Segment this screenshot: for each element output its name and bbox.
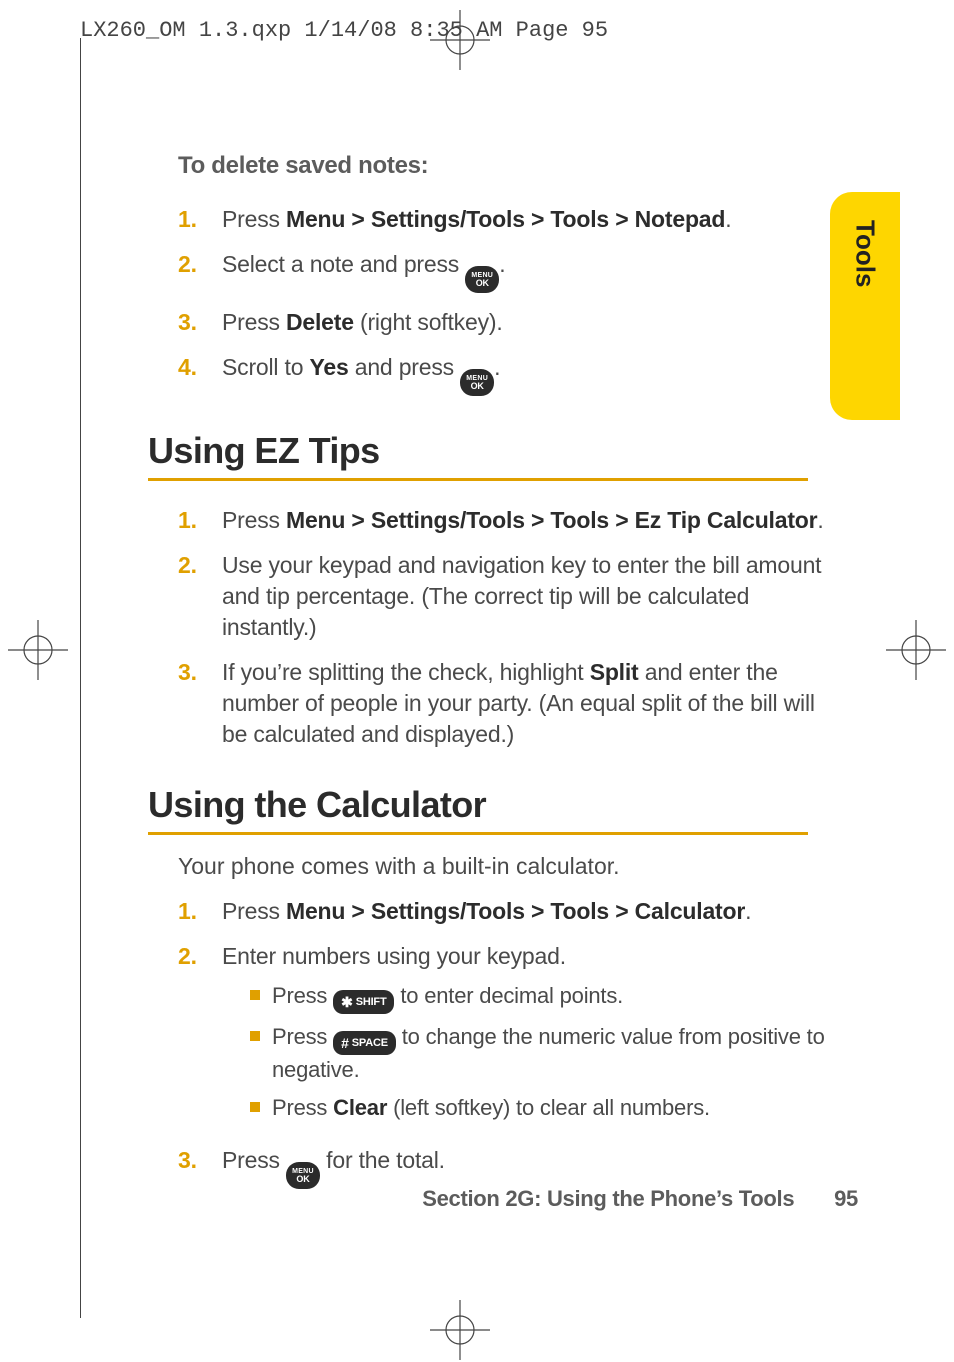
- menu-ok-icon: MENUOK: [286, 1162, 320, 1189]
- step-number: 4.: [178, 352, 204, 396]
- page-content: To delete saved notes: 1.Press Menu > Se…: [178, 152, 828, 1203]
- footer-page-number: 95: [834, 1186, 858, 1211]
- step-number: 2.: [178, 550, 204, 643]
- sub-bullet: Press Clear (left softkey) to clear all …: [250, 1093, 828, 1123]
- sub-bullet: Press #SPACE to change the numeric value…: [250, 1022, 828, 1085]
- step-number: 1.: [178, 204, 204, 235]
- sub-bullets: Press ✱SHIFT to enter decimal points. Pre…: [250, 981, 828, 1123]
- ez-tips-heading: Using EZ Tips: [148, 430, 808, 481]
- delete-notes-steps: 1.Press Menu > Settings/Tools > Tools > …: [178, 204, 828, 396]
- step-item: 2.Use your keypad and navigation key to …: [178, 550, 828, 643]
- sub-bullet: Press ✱SHIFT to enter decimal points.: [250, 981, 828, 1014]
- footer-section: Section 2G: Using the Phone’s Tools: [422, 1186, 794, 1211]
- step-number: 1.: [178, 505, 204, 536]
- bullet-icon: [250, 990, 260, 1000]
- step-number: 3.: [178, 1145, 204, 1189]
- calculator-heading: Using the Calculator: [148, 784, 808, 835]
- print-slug: LX260_OM 1.3.qxp 1/14/08 8:35 AM Page 95: [80, 18, 608, 43]
- step-item: 3.Press Delete (right softkey).: [178, 307, 828, 338]
- bullet-icon: [250, 1031, 260, 1041]
- section-tab: Tools: [830, 192, 900, 420]
- step-number: 1.: [178, 896, 204, 927]
- step-item: 2.Enter numbers using your keypad.Press …: [178, 941, 828, 1130]
- section-tab-label: Tools: [850, 220, 881, 287]
- bullet-icon: [250, 1102, 260, 1112]
- step-item: 4.Scroll to Yes and press MENUOK.: [178, 352, 828, 396]
- registration-mark-top: [430, 10, 490, 70]
- step-item: 1.Press Menu > Settings/Tools > Tools > …: [178, 505, 828, 536]
- step-number: 2.: [178, 249, 204, 293]
- registration-mark-bottom: [430, 1300, 490, 1360]
- page-footer: Section 2G: Using the Phone’s Tools 95: [178, 1186, 858, 1212]
- crop-mark-vertical: [80, 38, 81, 1318]
- menu-ok-icon: MENUOK: [465, 266, 499, 293]
- step-item: 3.If you’re splitting the check, highlig…: [178, 657, 828, 750]
- step-number: 3.: [178, 657, 204, 750]
- step-number: 3.: [178, 307, 204, 338]
- step-item: 1.Press Menu > Settings/Tools > Tools > …: [178, 204, 828, 235]
- step-item: 3.Press MENUOK for the total.: [178, 1145, 828, 1189]
- registration-mark-left: [8, 620, 68, 680]
- calculator-intro: Your phone comes with a built-in calcula…: [178, 853, 828, 880]
- menu-ok-icon: MENUOK: [460, 369, 494, 396]
- registration-mark-right: [886, 620, 946, 680]
- step-item: 2.Select a note and press MENUOK.: [178, 249, 828, 293]
- ez-tips-steps: 1.Press Menu > Settings/Tools > Tools > …: [178, 505, 828, 750]
- calculator-steps: 1.Press Menu > Settings/Tools > Tools > …: [178, 896, 828, 1188]
- shift-key-icon: ✱SHIFT: [333, 990, 394, 1014]
- space-key-icon: #SPACE: [333, 1031, 396, 1055]
- delete-notes-heading: To delete saved notes:: [178, 152, 828, 180]
- step-item: 1.Press Menu > Settings/Tools > Tools > …: [178, 896, 828, 927]
- step-number: 2.: [178, 941, 204, 1130]
